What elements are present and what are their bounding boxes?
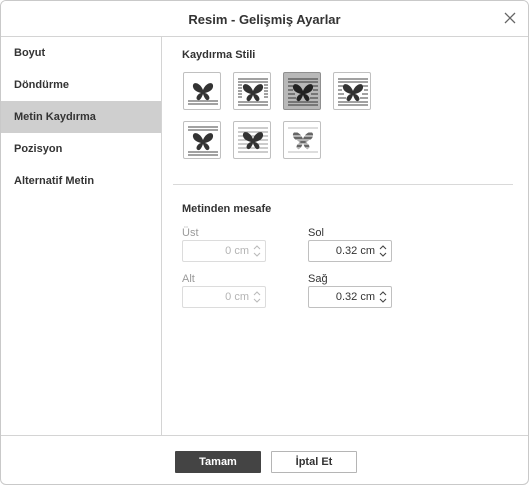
- right-distance-label: Sağ: [308, 273, 328, 285]
- dialog-title: Resim - Gelişmiş Ayarlar: [188, 12, 341, 27]
- sidebar-item-label: Pozisyon: [14, 143, 63, 155]
- bottom-distance-value: 0 cm: [225, 291, 249, 303]
- close-icon[interactable]: [503, 11, 517, 25]
- sidebar-item-rotation[interactable]: Döndürme: [1, 69, 161, 101]
- sidebar-item-label: Döndürme: [14, 79, 69, 91]
- top-distance-label: Üst: [182, 227, 199, 239]
- right-distance-field[interactable]: 0.32 cm: [308, 286, 392, 308]
- ok-button[interactable]: Tamam: [175, 451, 261, 473]
- section-divider: [173, 184, 513, 185]
- sidebar-item-text-wrapping[interactable]: Metin Kaydırma: [1, 101, 161, 133]
- left-distance-field[interactable]: 0.32 cm: [308, 240, 392, 262]
- wrap-inline-button[interactable]: [183, 72, 221, 110]
- wrap-behind-button[interactable]: [283, 121, 321, 159]
- wrap-through-button[interactable]: [333, 72, 371, 110]
- dialog-titlebar: Resim - Gelişmiş Ayarlar: [1, 1, 528, 37]
- spinner-arrows-icon[interactable]: [378, 243, 388, 259]
- left-distance-value: 0.32 cm: [335, 245, 375, 257]
- sidebar-item-alt-text[interactable]: Alternatif Metin: [1, 165, 161, 197]
- wrap-in-front-button[interactable]: [233, 121, 271, 159]
- right-distance-value: 0.32 cm: [335, 291, 375, 303]
- spinner-arrows-icon[interactable]: [252, 289, 262, 305]
- wrap-tight-button[interactable]: [283, 72, 321, 110]
- distance-title: Metinden mesafe: [182, 203, 272, 215]
- sidebar-item-label: Metin Kaydırma: [14, 111, 96, 123]
- top-distance-value: 0 cm: [225, 245, 249, 257]
- dialog-footer: Tamam İptal Et: [1, 435, 528, 484]
- wrap-square-button[interactable]: [233, 72, 271, 110]
- spinner-arrows-icon[interactable]: [378, 289, 388, 305]
- sidebar-item-label: Alternatif Metin: [14, 175, 95, 187]
- wrap-top-bottom-button[interactable]: [183, 121, 221, 159]
- settings-sidebar: Boyut Döndürme Metin Kaydırma Pozisyon A…: [1, 37, 162, 435]
- wrapping-style-title: Kaydırma Stili: [182, 49, 256, 61]
- sidebar-item-position[interactable]: Pozisyon: [1, 133, 161, 165]
- cancel-button[interactable]: İptal Et: [271, 451, 357, 473]
- bottom-distance-field[interactable]: 0 cm: [182, 286, 266, 308]
- bottom-distance-label: Alt: [182, 273, 195, 285]
- sidebar-item-label: Boyut: [14, 47, 46, 59]
- spinner-arrows-icon[interactable]: [252, 243, 262, 259]
- advanced-settings-dialog: Resim - Gelişmiş Ayarlar Boyut Döndürme …: [0, 0, 529, 485]
- left-distance-label: Sol: [308, 227, 324, 239]
- top-distance-field[interactable]: 0 cm: [182, 240, 266, 262]
- sidebar-item-size[interactable]: Boyut: [1, 37, 161, 69]
